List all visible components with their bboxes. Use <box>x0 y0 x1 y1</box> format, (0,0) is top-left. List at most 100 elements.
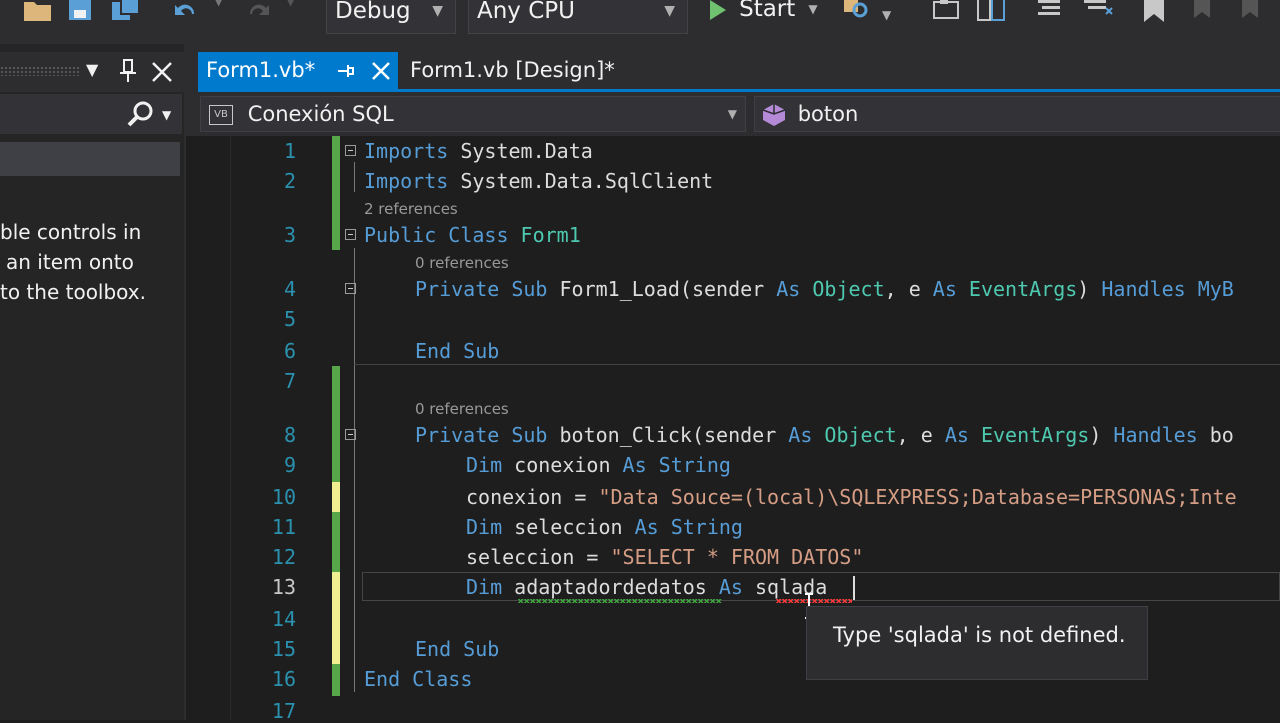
line-number: 13 <box>271 575 296 599</box>
find-dropdown-icon[interactable]: ▼ <box>882 8 891 22</box>
code-line: seleccion = "SELECT * FROM DATOS" <box>466 545 863 569</box>
toolbox-empty-message-line1: ble controls in <box>0 220 142 244</box>
tab-label: Form1.vb [Design]* <box>410 58 615 82</box>
code-token: Form1_Load(sender <box>559 277 777 301</box>
toolbox-general-tab[interactable] <box>0 142 180 176</box>
panel-grip[interactable] <box>0 66 80 76</box>
code-token: As <box>788 423 825 447</box>
redo-dropdown-icon[interactable]: ▼ <box>286 0 295 8</box>
start-label: Start <box>739 0 796 22</box>
platform-dropdown[interactable]: Any CPU ▼ <box>468 0 688 34</box>
tab-form1-design[interactable]: Form1.vb [Design]* <box>410 52 615 89</box>
open-folder-icon[interactable] <box>22 0 54 24</box>
chevron-down-icon: ▼ <box>727 107 737 121</box>
warning-squiggle <box>518 599 722 603</box>
code-token: End Class <box>364 667 473 691</box>
code-token: Dim <box>466 515 515 539</box>
project-dropdown[interactable]: VB Conexión SQL ▼ <box>200 96 746 132</box>
code-token: seleccion = <box>466 545 611 569</box>
code-token: Object <box>824 423 897 447</box>
error-message: Type 'sqlada' is not defined. <box>833 623 1126 647</box>
pin-tab-icon[interactable] <box>334 60 356 82</box>
line-number: 3 <box>283 223 296 247</box>
tab-form1-vb[interactable]: Form1.vb* <box>198 52 398 89</box>
code-token: Private Sub <box>415 423 560 447</box>
line-number: 5 <box>283 307 296 331</box>
line-number: 1 <box>283 139 296 163</box>
line-number: 9 <box>283 453 296 477</box>
unsaved-change-marker <box>332 482 340 512</box>
step-icon[interactable] <box>930 0 964 26</box>
next-bookmark-icon[interactable] <box>1236 0 1266 24</box>
search-options-dropdown-icon[interactable]: ▼ <box>162 108 171 122</box>
code-token: Dim <box>466 575 515 599</box>
codelens-references[interactable]: 0 references <box>415 400 509 418</box>
code-line: Dim adaptadordedatos As sqlada <box>466 575 827 599</box>
code-line: Private Sub Form1_Load(sender As Object,… <box>415 277 1234 301</box>
code-token: bo <box>1209 423 1234 447</box>
line-number: 7 <box>283 369 296 393</box>
code-line: Dim seleccion As String <box>466 515 743 539</box>
code-token: seleccion <box>514 515 635 539</box>
undo-dropdown-icon[interactable]: ▼ <box>214 0 223 8</box>
code-line: Public Class Form1 <box>364 223 581 247</box>
code-token: As <box>776 277 813 301</box>
code-token: As <box>944 423 981 447</box>
code-token: adaptadordedatos <box>514 575 707 599</box>
tab-label: Form1.vb* <box>206 58 316 82</box>
code-token: ) <box>1077 277 1102 301</box>
member-name: boton <box>797 102 859 126</box>
platform-value: Any CPU <box>477 0 575 24</box>
close-panel-icon[interactable] <box>150 60 174 84</box>
configuration-dropdown[interactable]: Debug ▼ <box>326 0 456 34</box>
save-icon[interactable] <box>66 0 94 24</box>
saved-change-marker <box>332 136 340 250</box>
collapse-icon[interactable] <box>345 229 356 240</box>
comment-lines-icon[interactable] <box>1034 0 1064 24</box>
chevron-down-icon: ▼ <box>664 3 675 19</box>
line-number: 10 <box>271 485 296 509</box>
undo-icon[interactable] <box>170 0 202 24</box>
code-token: "Data Souce=(local)\SQLEXPRESS;Database=… <box>598 485 1237 509</box>
code-token: boton_Click(sender <box>559 423 789 447</box>
code-token: As <box>706 575 755 599</box>
collapse-icon[interactable] <box>345 283 356 294</box>
line-number: 17 <box>271 699 296 723</box>
codelens-references[interactable]: 0 references <box>415 254 509 272</box>
code-line: End Sub <box>415 339 499 363</box>
search-icon[interactable] <box>126 100 156 128</box>
text-caret <box>853 576 855 600</box>
toolbox-empty-message-line2: an item onto <box>6 250 134 274</box>
codelens-references[interactable]: 2 references <box>364 200 458 218</box>
start-button[interactable]: Start ▼ <box>706 0 818 28</box>
code-token: Handles <box>1101 277 1198 301</box>
save-all-icon[interactable] <box>110 0 142 24</box>
line-number: 8 <box>283 423 296 447</box>
close-tab-icon[interactable] <box>370 60 392 82</box>
line-number: 2 <box>283 169 296 193</box>
layout-icon[interactable] <box>974 0 1008 26</box>
panel-menu-dropdown-icon[interactable]: ▼ <box>86 60 98 79</box>
pin-icon[interactable] <box>118 58 138 84</box>
find-in-files-icon[interactable] <box>840 0 874 28</box>
bookmark-icon[interactable] <box>1140 0 1168 24</box>
code-token: sqlada <box>755 575 828 599</box>
method-separator <box>354 364 1280 365</box>
vb-project-icon: VB <box>209 105 233 125</box>
code-token: Public Class <box>364 223 521 247</box>
prev-bookmark-icon[interactable] <box>1188 0 1218 24</box>
member-dropdown[interactable]: boton <box>754 96 1280 132</box>
outline-guide <box>354 162 355 192</box>
collapse-icon[interactable] <box>345 429 356 440</box>
code-token: EventArgs <box>968 277 1078 301</box>
code-token: Object <box>812 277 885 301</box>
code-token: System.Data.SqlClient <box>448 169 714 193</box>
code-token: Form1 <box>520 223 581 247</box>
chevron-down-icon: ▼ <box>808 2 818 16</box>
collapse-icon[interactable] <box>345 145 356 156</box>
code-token: As <box>932 277 969 301</box>
code-token: "SELECT * FROM DATOS" <box>610 545 864 569</box>
code-token: String <box>670 515 743 539</box>
uncomment-lines-icon[interactable] <box>1080 0 1114 24</box>
redo-icon[interactable] <box>244 0 274 24</box>
